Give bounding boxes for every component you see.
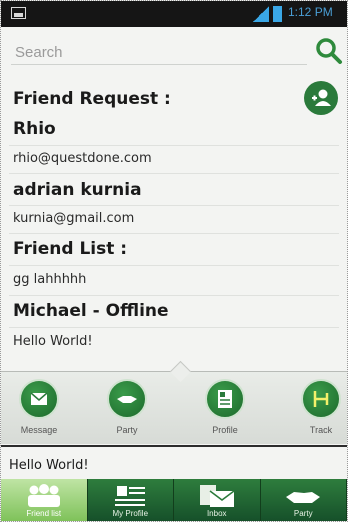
request-name[interactable]: Rhio bbox=[13, 119, 56, 139]
signal-icon bbox=[253, 6, 269, 22]
track-label: Track bbox=[309, 425, 333, 435]
tab-label: Friend list bbox=[26, 509, 62, 518]
app-screen: 1:12 PM Friend Request : Rhio rhio@quest… bbox=[0, 0, 348, 522]
profile-label: Profile bbox=[212, 425, 238, 435]
add-user-icon bbox=[312, 89, 331, 106]
message-label: Message bbox=[20, 425, 58, 435]
group-icon bbox=[27, 484, 60, 507]
search-icon[interactable] bbox=[315, 37, 343, 65]
tab-label: My Profile bbox=[112, 509, 149, 518]
tab-label: Party bbox=[293, 509, 313, 518]
handshake-icon bbox=[107, 379, 147, 419]
divider bbox=[9, 327, 339, 328]
battery-icon bbox=[273, 6, 282, 22]
message-icon bbox=[19, 379, 59, 419]
request-name[interactable]: adrian kurnia bbox=[13, 180, 142, 200]
selection-pointer bbox=[169, 360, 192, 383]
friend-name[interactable]: gg lahhhhh bbox=[13, 272, 86, 287]
friend-list-heading: Friend List : bbox=[13, 239, 128, 259]
tab-my-profile[interactable]: My Profile bbox=[87, 479, 174, 521]
divider bbox=[9, 173, 339, 174]
friend-status: Hello World! bbox=[13, 334, 93, 349]
party-action[interactable]: Party bbox=[97, 379, 157, 435]
image-notification-icon bbox=[11, 7, 26, 19]
divider bbox=[9, 295, 339, 296]
friend-name[interactable]: Michael - Offline bbox=[13, 301, 169, 321]
status-message: Hello World! bbox=[9, 458, 89, 473]
inbox-icon bbox=[199, 485, 235, 507]
track-action[interactable]: Track bbox=[291, 379, 347, 435]
bottom-tab-bar: Friend list My Profile Inbox Party bbox=[1, 479, 347, 521]
tab-party[interactable]: Party bbox=[260, 479, 347, 521]
action-bar: Message Party Profile Track bbox=[1, 360, 347, 444]
friend-request-heading: Friend Request : bbox=[13, 89, 171, 109]
profile-card-icon bbox=[115, 486, 146, 506]
tab-inbox[interactable]: Inbox bbox=[174, 479, 261, 521]
divider bbox=[9, 145, 339, 146]
track-icon bbox=[301, 379, 341, 419]
search-bar bbox=[1, 27, 347, 77]
message-action[interactable]: Message bbox=[9, 379, 69, 435]
divider bbox=[9, 265, 339, 266]
request-email: rhio@questdone.com bbox=[13, 151, 152, 166]
status-message-bar: Hello World! bbox=[1, 445, 347, 481]
divider bbox=[9, 233, 339, 234]
status-time: 1:12 PM bbox=[288, 5, 333, 19]
divider bbox=[9, 205, 339, 206]
profile-icon bbox=[205, 379, 245, 419]
status-bar: 1:12 PM bbox=[1, 1, 347, 27]
tab-label: Inbox bbox=[206, 509, 227, 518]
search-input[interactable] bbox=[11, 41, 307, 65]
profile-action[interactable]: Profile bbox=[195, 379, 255, 435]
tab-friend-list[interactable]: Friend list bbox=[1, 479, 88, 521]
add-friend-button[interactable] bbox=[304, 81, 338, 115]
party-label: Party bbox=[116, 425, 138, 435]
request-email: kurnia@gmail.com bbox=[13, 211, 135, 226]
handshake-icon bbox=[286, 492, 321, 503]
